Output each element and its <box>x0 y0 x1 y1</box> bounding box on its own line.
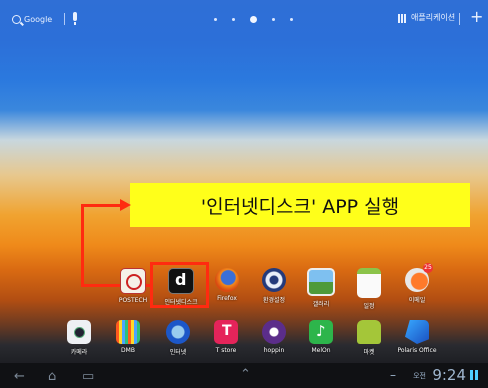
home-screen: Google 애플리케이션 + '인터넷디스크' APP 실행 POSTECH … <box>0 0 488 388</box>
home-icon[interactable]: ⌂ <box>48 369 56 384</box>
microphone-icon[interactable] <box>73 12 77 25</box>
app-market[interactable]: 마켓 <box>344 320 394 356</box>
app-label: T store <box>215 347 237 354</box>
app-tstore[interactable]: T store <box>201 320 251 354</box>
app-label: 일정 <box>363 303 375 310</box>
app-label: 이메일 <box>408 297 426 304</box>
google-search-widget[interactable]: Google <box>12 12 58 26</box>
email-icon <box>405 263 433 292</box>
minus-icon: – <box>390 368 396 382</box>
app-firefox[interactable]: Firefox <box>202 268 252 302</box>
app-camera[interactable]: 카메라 <box>54 320 104 356</box>
apps-grid-icon[interactable] <box>398 14 407 23</box>
postech-icon <box>120 268 146 294</box>
search-label: Google <box>24 14 53 24</box>
settings-icon <box>262 268 286 292</box>
page-dot-active <box>250 16 257 23</box>
app-settings[interactable]: 환경설정 <box>249 268 299 304</box>
app-label: Firefox <box>217 295 237 302</box>
system-bar: ← ⌂ ▭ ⌃ – 오전 9:24 <box>0 363 488 388</box>
search-icon <box>12 14 21 24</box>
app-label: 환경설정 <box>262 297 286 304</box>
annotation-arrow <box>81 204 121 207</box>
melon-icon <box>309 320 333 344</box>
firefox-icon <box>215 268 239 292</box>
clock-time[interactable]: 9:24 <box>432 366 466 384</box>
app-label: Polaris Office <box>397 347 437 354</box>
polaris-office-icon <box>405 320 429 344</box>
page-dot <box>232 18 235 21</box>
internet-icon <box>166 320 190 344</box>
apps-button[interactable]: 애플리케이션 <box>411 12 455 23</box>
annotation-arrow-head <box>120 199 131 211</box>
calendar-icon <box>357 268 381 298</box>
app-internet[interactable]: 인터넷 <box>153 320 203 356</box>
gallery-icon <box>307 268 335 296</box>
annotation-arrow <box>81 204 84 286</box>
dmb-icon <box>116 320 140 344</box>
app-melon[interactable]: MelOn <box>296 320 346 354</box>
clock-ampm: 오전 <box>413 372 426 380</box>
app-label: 갤러리 <box>312 301 330 308</box>
app-dmb[interactable]: DMB <box>103 320 153 354</box>
page-dot <box>272 18 275 21</box>
camera-icon <box>67 320 91 344</box>
market-icon <box>357 320 381 344</box>
chevron-up-icon[interactable]: ⌃ <box>240 367 251 382</box>
page-indicator <box>214 16 293 23</box>
app-email[interactable]: 이메일 <box>392 263 442 304</box>
page-dot <box>290 18 293 21</box>
add-widget-button[interactable]: + <box>470 7 483 26</box>
app-label: DMB <box>121 347 135 354</box>
page-dot <box>214 18 217 21</box>
app-hoppin[interactable]: hoppin <box>249 320 299 354</box>
tstore-icon <box>214 320 238 344</box>
recent-apps-icon[interactable]: ▭ <box>82 369 94 384</box>
top-bar: Google 애플리케이션 + <box>0 0 488 34</box>
annotation-text: '인터넷디스크' APP 실행 <box>200 195 400 218</box>
app-label: 카메라 <box>70 349 88 356</box>
signal-icon <box>470 370 480 380</box>
highlight-box <box>150 262 209 308</box>
divider <box>459 13 460 25</box>
back-icon[interactable]: ← <box>14 369 25 384</box>
app-polaris-office[interactable]: Polaris Office <box>392 320 442 354</box>
app-label: 마켓 <box>363 349 375 356</box>
hoppin-icon <box>262 320 286 344</box>
app-gallery[interactable]: 갤러리 <box>296 268 346 308</box>
app-calendar[interactable]: 일정 <box>344 268 394 310</box>
app-label: 인터넷 <box>169 349 187 356</box>
annotation-callout: '인터넷디스크' APP 실행 <box>130 183 470 227</box>
app-label: hoppin <box>263 347 285 354</box>
app-label: MelOn <box>311 347 331 354</box>
divider <box>64 13 65 25</box>
